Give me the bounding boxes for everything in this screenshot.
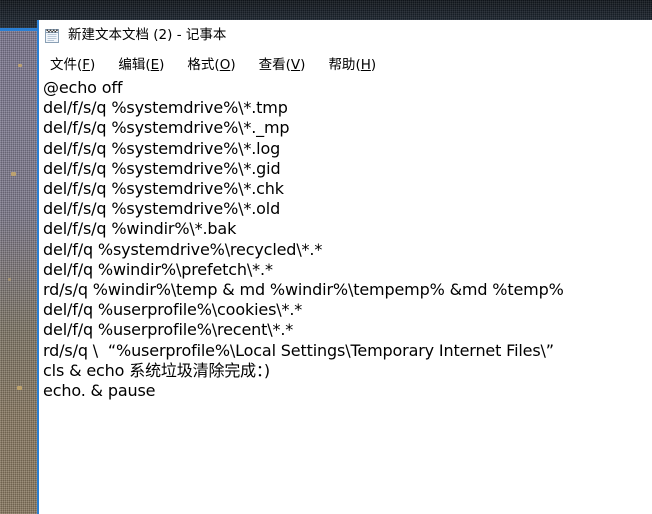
text-line: del/f/s/q %systemdrive%\*._mp (43, 118, 290, 138)
menu-item-help-label: 帮助 (328, 57, 356, 73)
menu-item-view-label: 查看 (258, 57, 286, 73)
menu-item-file-label: 文件 (50, 57, 77, 73)
text-line: del/f/q %windir%\prefetch\*.* (43, 259, 273, 279)
menu-item-help-mnemonic: H (360, 57, 371, 73)
text-line: del/f/q %userprofile%\cookies\*.* (43, 300, 303, 320)
menu-item-format-mnemonic: O (219, 57, 231, 73)
wallpaper-speck (11, 172, 16, 176)
text-line: del/f/q %userprofile%\recent\*.* (43, 320, 294, 340)
menu-item-file-mnemonic: F (82, 57, 91, 73)
text-line: del/f/s/q %systemdrive%\*.gid (43, 158, 281, 178)
wallpaper-speck (8, 278, 11, 281)
wallpaper-speck (18, 64, 22, 67)
menu-item-view[interactable]: 查看(V) (254, 51, 314, 75)
text-line: del/f/s/q %systemdrive%\*.old (43, 199, 281, 219)
wallpaper-speck (17, 386, 22, 390)
notepad-window: 新建文本文档 (2) - 记事本 文件(F) 编辑(E) 格式(O) 查看(V)… (37, 20, 652, 514)
desktop-wallpaper-left (0, 31, 37, 514)
text-line: del/f/s/q %systemdrive%\*.log (43, 138, 281, 158)
window-titlebar[interactable]: 新建文本文档 (2) - 记事本 (39, 20, 652, 51)
menubar: 文件(F) 编辑(E) 格式(O) 查看(V) 帮助(H) (39, 51, 652, 75)
notepad-icon (45, 29, 59, 43)
window-title: 新建文本文档 (2) - 记事本 (68, 26, 227, 43)
menu-item-edit[interactable]: 编辑(E) (113, 51, 172, 75)
menu-item-view-mnemonic: V (290, 57, 301, 73)
menu-item-file[interactable]: 文件(F) (45, 51, 103, 75)
text-line: cls & echo 系统垃圾清除完成：) (43, 360, 270, 380)
text-line: rd/s/q %windir%\temp & md %windir%\tempe… (43, 280, 564, 300)
menu-item-help[interactable]: 帮助(H) (323, 51, 384, 75)
text-line: del/f/s/q %systemdrive%\*.chk (43, 179, 284, 199)
menu-item-format[interactable]: 格式(O) (182, 51, 243, 75)
text-line: del/f/q %systemdrive%\recycled\*.* (43, 239, 323, 259)
text-line: del/f/s/q %systemdrive%\*.tmp (43, 98, 288, 118)
menu-item-edit-mnemonic: E (150, 57, 160, 73)
screen: 新建文本文档 (2) - 记事本 文件(F) 编辑(E) 格式(O) 查看(V)… (0, 0, 652, 514)
menu-item-format-label: 格式 (187, 57, 215, 73)
text-line: echo. & pause (43, 381, 156, 401)
text-editor-area[interactable]: @echo off del/f/s/q %systemdrive%\*.tmp … (39, 75, 652, 514)
text-line: del/f/s/q %windir%\*.bak (43, 219, 237, 239)
menu-item-edit-label: 编辑 (118, 57, 146, 73)
text-line: @echo off (43, 78, 123, 97)
text-line: rd/s/q \ “%userprofile%\Local Settings\T… (43, 340, 554, 360)
